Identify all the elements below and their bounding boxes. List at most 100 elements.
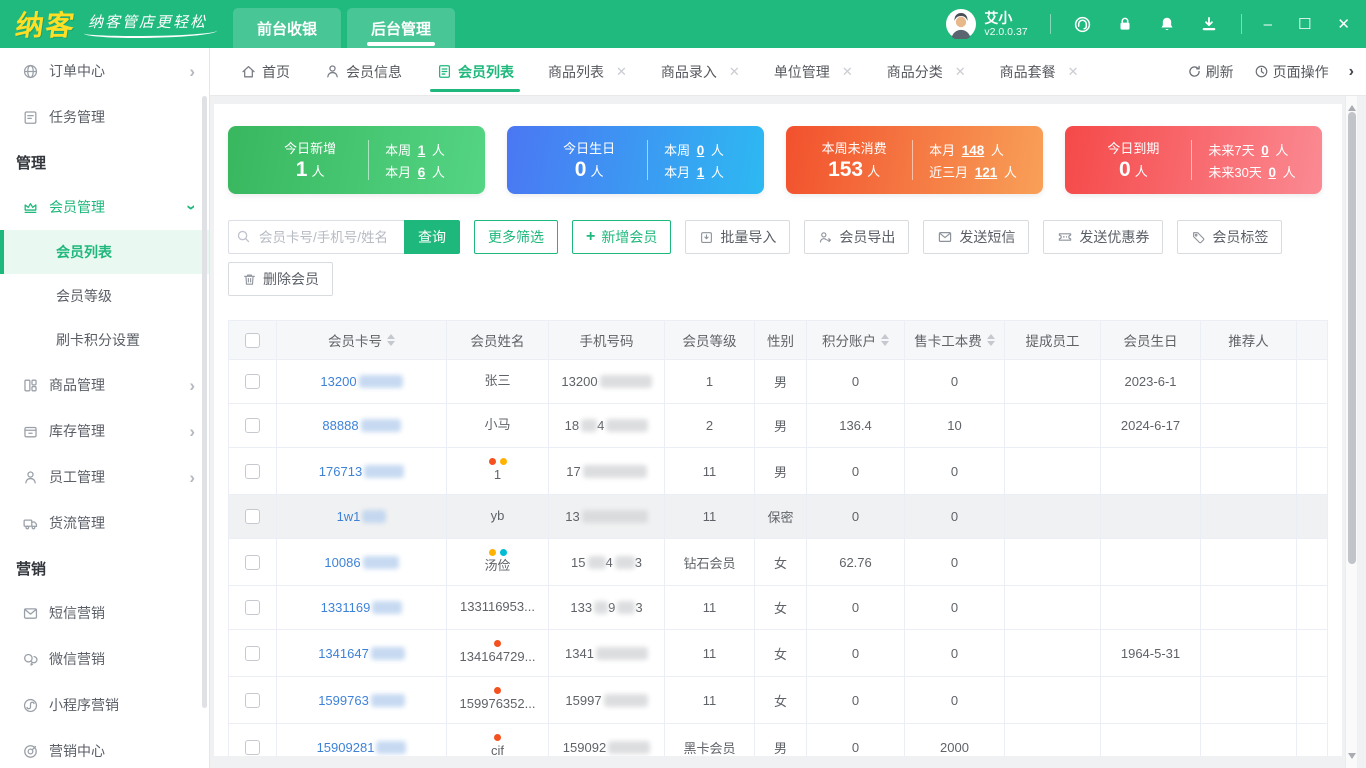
sidebar-item[interactable]: 微信营销 <box>0 636 209 682</box>
stat-card[interactable]: 今日新增 1 人 本周 1 人本月 6 人 <box>228 126 485 194</box>
row-checkbox[interactable] <box>245 692 260 708</box>
sidebar-item[interactable]: 员工管理 › <box>0 454 209 500</box>
close-tab-icon[interactable]: ✕ <box>1068 64 1079 80</box>
close-button[interactable]: ✕ <box>1337 17 1350 32</box>
sidebar-subitem[interactable]: 会员列表 <box>0 230 209 274</box>
select-all-checkbox[interactable] <box>245 332 260 348</box>
customer-service-icon[interactable] <box>1073 14 1093 34</box>
stat-line[interactable]: 未来7天 0 人 <box>1208 140 1295 159</box>
close-tab-icon[interactable]: ✕ <box>729 64 740 80</box>
chevron-right-icon[interactable]: › <box>1349 63 1354 81</box>
sort-icon[interactable] <box>881 330 889 350</box>
search-button[interactable]: 查询 <box>404 220 460 254</box>
stat-line[interactable]: 本周 1 人 <box>385 140 445 159</box>
sort-icon[interactable] <box>986 330 995 350</box>
sort-icon[interactable] <box>387 330 395 350</box>
stat-card[interactable]: 本周未消费 153 人 本月 148 人近三月 121 人 <box>786 126 1043 194</box>
close-tab-icon[interactable]: ✕ <box>616 64 627 80</box>
row-checkbox[interactable] <box>245 418 260 433</box>
add-member-button[interactable]: + 新增会员 <box>572 220 672 254</box>
delete-member-button[interactable]: 删除会员 <box>228 262 333 296</box>
tab-front-cashier[interactable]: 前台收银 <box>233 8 342 48</box>
table-row[interactable]: 1341647 134164729... 1341 11 女 0 0 1964-5-31 <box>229 629 1327 676</box>
table-row[interactable]: 10086 汤俭 15 4 3 钻石会员女 62.76 0 <box>229 538 1327 585</box>
close-tab-icon[interactable]: ✕ <box>842 64 853 80</box>
page-tab[interactable]: 商品录入 ✕ <box>661 48 740 96</box>
stat-line[interactable]: 本月 6 人 <box>385 162 445 181</box>
stat-line[interactable]: 本月 148 人 <box>929 140 1017 159</box>
tab-backend-admin[interactable]: 后台管理 <box>347 8 456 48</box>
member-card-link[interactable]: 10086 <box>324 555 399 570</box>
page-tab[interactable]: 商品套餐 ✕ <box>1000 48 1079 96</box>
scroll-down-arrow-icon[interactable] <box>1348 753 1356 763</box>
page-operations-button[interactable]: 页面操作 <box>1254 62 1329 82</box>
sidebar-scrollbar-thumb[interactable] <box>202 96 207 708</box>
member-card-link[interactable]: 1341647 <box>318 646 405 661</box>
member-tag-button[interactable]: 会员标签 <box>1177 220 1283 254</box>
page-tab[interactable]: 会员列表 <box>430 48 520 96</box>
stat-line[interactable]: 本月 1 人 <box>664 162 724 181</box>
member-card-link[interactable]: 1331169 <box>321 600 403 615</box>
sidebar-item[interactable]: 库存管理 › <box>0 408 209 454</box>
send-sms-button[interactable]: 发送短信 <box>923 220 1030 254</box>
stat-line[interactable]: 近三月 121 人 <box>929 162 1017 181</box>
sidebar-item[interactable]: 短信营销 <box>0 590 209 636</box>
page-tab[interactable]: 单位管理 ✕ <box>774 48 853 96</box>
member-card-link[interactable]: 88888 <box>322 418 401 433</box>
table-row[interactable]: 1599763 159976352... 15997 11 女 0 0 <box>229 676 1327 723</box>
close-tab-icon[interactable]: ✕ <box>955 64 966 80</box>
stat-line[interactable]: 本周 0 人 <box>664 140 724 159</box>
sidebar-subitem[interactable]: 刷卡积分设置 <box>0 318 209 362</box>
row-checkbox[interactable] <box>245 645 260 661</box>
page-tab[interactable]: 商品分类 ✕ <box>887 48 966 96</box>
user-block[interactable]: 艾小 v2.0.0.37 <box>946 9 1028 39</box>
content-scrollbar[interactable] <box>1345 96 1357 768</box>
page-tab[interactable]: 会员信息 <box>324 48 402 96</box>
sidebar-item[interactable]: 小程序营销 <box>0 682 209 728</box>
batch-import-button[interactable]: 批量导入 <box>685 220 791 254</box>
table-header-cell[interactable]: 积分账户 <box>807 321 905 359</box>
row-checkbox[interactable] <box>245 509 260 524</box>
maximize-button[interactable]: ☐ <box>1298 17 1311 32</box>
stat-line[interactable]: 未来30天 0 人 <box>1208 162 1295 181</box>
table-row[interactable]: 1331169 133116953... 133 9 3 11 女 0 0 <box>229 585 1327 629</box>
refresh-button[interactable]: 刷新 <box>1187 62 1234 82</box>
row-checkbox[interactable] <box>245 739 260 755</box>
sidebar-item[interactable]: 商品管理 › <box>0 362 209 408</box>
minimize-button[interactable]: – <box>1264 17 1272 32</box>
row-checkbox[interactable] <box>245 374 260 389</box>
download-icon[interactable] <box>1199 14 1219 34</box>
sidebar-item[interactable]: 营销中心 <box>0 728 209 768</box>
export-member-button[interactable]: 会员导出 <box>804 220 910 254</box>
member-card-link[interactable]: 176713 <box>319 464 405 479</box>
lock-icon[interactable] <box>1115 14 1135 34</box>
table-row[interactable]: 13200 张三 13200 1 男 0 0 2023-6-1 <box>229 359 1327 403</box>
stat-card[interactable]: 今日生日 0 人 本周 0 人本月 1 人 <box>507 126 764 194</box>
member-card-link[interactable]: 15909281 <box>317 740 407 755</box>
sidebar-subitem[interactable]: 会员等级 <box>0 274 209 318</box>
table-row[interactable]: 1w1 yb 13 11 保密 0 0 <box>229 494 1327 538</box>
table-header-cell[interactable]: 售卡工本费 <box>905 321 1005 359</box>
table-header-cell[interactable]: 会员卡号 <box>277 321 447 359</box>
table-row[interactable]: 176713 1 17 11 男 0 0 <box>229 447 1327 494</box>
content-scrollbar-thumb[interactable] <box>1347 112 1356 564</box>
member-card-link[interactable]: 1599763 <box>318 693 405 708</box>
sidebar-item[interactable]: 会员管理 › <box>0 184 209 230</box>
sidebar-item[interactable]: 订单中心 › <box>0 48 209 94</box>
stat-card[interactable]: 今日到期 0 人 未来7天 0 人未来30天 0 人 <box>1065 126 1322 194</box>
sidebar-item[interactable]: 任务管理 <box>0 94 209 140</box>
row-checkbox[interactable] <box>245 600 260 615</box>
sidebar-item[interactable]: 货流管理 <box>0 500 209 546</box>
row-checkbox[interactable] <box>245 463 260 479</box>
more-filter-button[interactable]: 更多筛选 <box>474 220 558 254</box>
scroll-up-arrow-icon[interactable] <box>1348 101 1356 111</box>
member-card-link[interactable]: 13200 <box>320 374 403 389</box>
page-tab[interactable]: 首页 <box>240 48 290 96</box>
row-checkbox[interactable] <box>245 554 260 570</box>
send-coupon-button[interactable]: 发送优惠券 <box>1043 220 1164 254</box>
member-card-link[interactable]: 1w1 <box>337 509 387 524</box>
search-input[interactable] <box>228 220 404 254</box>
table-row[interactable]: 15909281 cif 159092 黑卡会员男 0 2000 <box>229 723 1327 756</box>
bell-icon[interactable] <box>1157 14 1177 34</box>
page-tab[interactable]: 商品列表 ✕ <box>548 48 627 96</box>
